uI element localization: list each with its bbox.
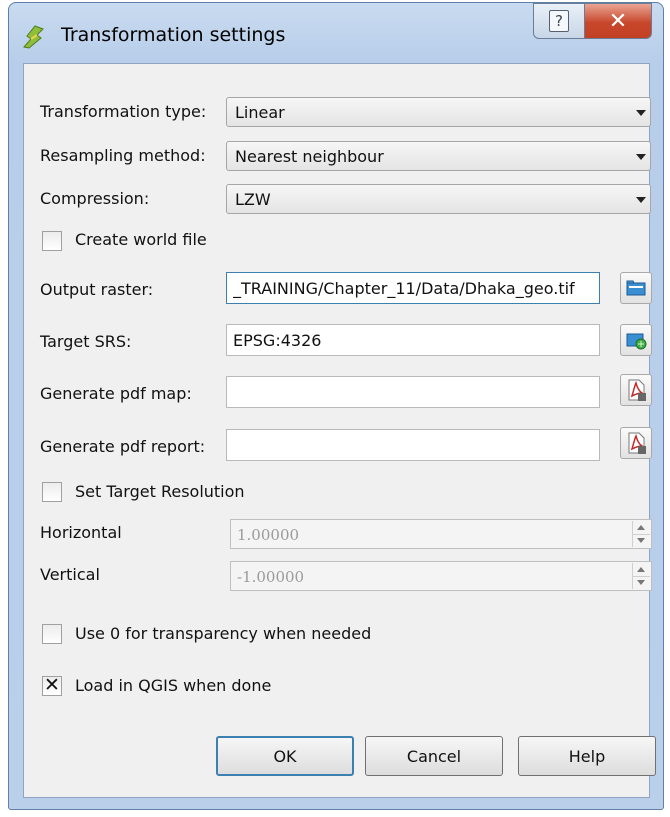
close-button[interactable]: ✕ (584, 3, 652, 39)
resampling-method-value: Nearest neighbour (235, 147, 384, 166)
horizontal-label: Horizontal (40, 523, 122, 542)
crs-select-icon (626, 333, 647, 350)
spin-down-icon[interactable] (637, 538, 645, 543)
pdf-file-icon (628, 432, 646, 454)
question-icon: ? (549, 10, 569, 32)
vertical-spinbox[interactable]: -1.00000 (230, 561, 652, 591)
output-raster-input[interactable]: _TRAINING/Chapter_11/Data/Dhaka_geo.tif (226, 272, 600, 304)
set-target-resolution-checkbox[interactable] (42, 482, 62, 502)
chevron-down-icon (636, 197, 646, 203)
create-world-file-checkbox[interactable] (42, 231, 62, 251)
set-target-resolution-label: Set Target Resolution (75, 482, 245, 501)
window-title: Transformation settings (61, 24, 286, 46)
transformation-type-value: Linear (235, 103, 285, 122)
compression-select[interactable]: LZW (226, 184, 651, 214)
browse-pdf-report-button[interactable] (620, 427, 652, 459)
chevron-down-icon (636, 110, 646, 116)
spin-down-icon[interactable] (637, 580, 645, 585)
transformation-type-label: Transformation type: (40, 102, 207, 121)
resampling-method-label: Resampling method: (40, 146, 206, 165)
compression-value: LZW (235, 190, 271, 209)
transformation-type-select[interactable]: Linear (226, 97, 651, 127)
load-in-qgis-label: Load in QGIS when done (75, 676, 272, 695)
load-in-qgis-checkbox[interactable] (42, 674, 62, 696)
vertical-label: Vertical (40, 565, 100, 584)
spin-up-icon[interactable] (637, 525, 645, 530)
output-raster-label: Output raster: (40, 280, 154, 299)
title-bar[interactable]: Transformation settings ? ✕ (9, 3, 663, 63)
browse-pdf-map-button[interactable] (620, 374, 652, 406)
horizontal-value: 1.00000 (237, 526, 300, 544)
context-help-button[interactable]: ? (533, 3, 585, 39)
qgis-icon (23, 25, 44, 49)
pdf-report-input[interactable] (226, 429, 600, 461)
dialog-window: Transformation settings ? ✕ Transformati… (8, 2, 664, 810)
compression-label: Compression: (40, 189, 150, 208)
target-srs-label: Target SRS: (40, 332, 132, 351)
output-raster-value: _TRAINING/Chapter_11/Data/Dhaka_geo.tif (233, 279, 575, 298)
chevron-down-icon (636, 154, 646, 160)
cancel-button[interactable]: Cancel (365, 736, 503, 776)
pdf-file-icon (628, 379, 646, 401)
create-world-file-label: Create world file (75, 230, 207, 249)
select-crs-button[interactable] (620, 324, 652, 356)
ok-button[interactable]: OK (216, 736, 354, 776)
close-icon: ✕ (608, 8, 628, 34)
horizontal-spinbox[interactable]: 1.00000 (230, 519, 652, 549)
folder-browse-icon (626, 280, 646, 296)
browse-output-button[interactable] (620, 272, 652, 304)
target-srs-value: EPSG:4326 (233, 331, 322, 350)
help-button[interactable]: Help (518, 736, 656, 776)
pdf-map-label: Generate pdf map: (40, 384, 192, 403)
use-zero-transparency-checkbox[interactable] (42, 624, 62, 644)
pdf-map-input[interactable] (226, 376, 600, 408)
pdf-report-label: Generate pdf report: (40, 437, 206, 456)
vertical-value: -1.00000 (237, 568, 305, 586)
target-srs-input[interactable]: EPSG:4326 (226, 324, 600, 356)
resampling-method-select[interactable]: Nearest neighbour (226, 141, 651, 171)
use-zero-transparency-label: Use 0 for transparency when needed (75, 624, 372, 643)
dialog-body: Transformation type: Linear Resampling m… (23, 63, 656, 798)
spin-up-icon[interactable] (637, 567, 645, 572)
